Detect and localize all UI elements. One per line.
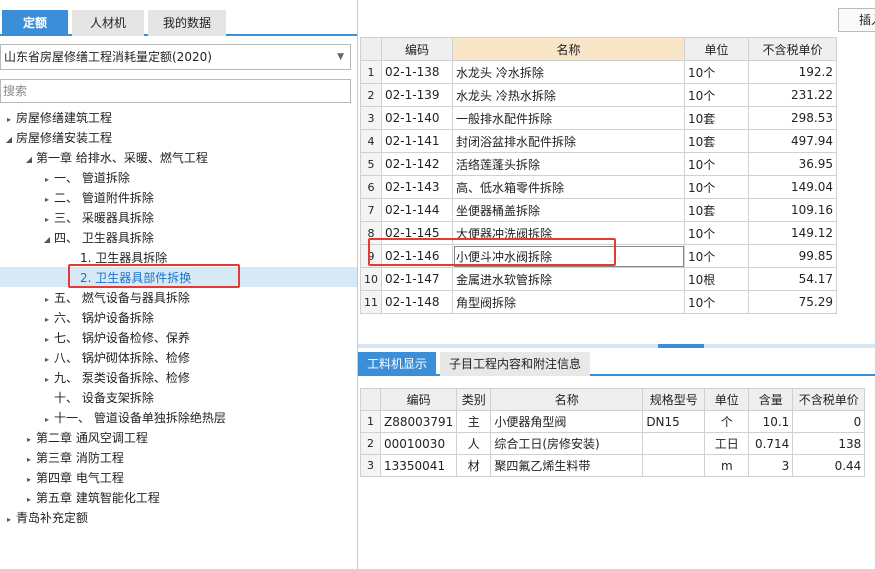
splitter-grip-icon[interactable] [658, 344, 704, 348]
search-input[interactable]: 搜索 [0, 79, 351, 103]
table-row[interactable]: 3 13350041 材聚四氟乙烯生料带 m 3 0.44 [360, 454, 866, 477]
tree-item[interactable]: 十、 设备支架拆除 [54, 388, 154, 408]
table-row[interactable]: 1 Z88003791 主小便器角型阀 DN15 个 10.1 0 [360, 410, 866, 433]
col-header-category[interactable]: 类别 [456, 388, 492, 411]
expand-arrow-icon[interactable]: ▸ [40, 290, 54, 310]
expand-arrow-icon[interactable]: ▸ [40, 210, 54, 230]
tree-item[interactable]: ◢ 房屋修缮安装工程 [2, 128, 112, 148]
tree-item[interactable]: ◢ 四、 卫生器具拆除 [40, 228, 154, 248]
splitter-handle[interactable] [358, 344, 875, 348]
col-header-name[interactable]: 名称 [452, 37, 685, 61]
quota-library-value: 山东省房屋修缮工程消耗量定额(2020) [4, 50, 212, 64]
chevron-down-icon: ▼ [337, 52, 344, 62]
tab-work-content-notes[interactable]: 子目工程内容和附注信息 [440, 352, 590, 376]
right-panel: 插入 编码 名称 单位 不含税单价 102-1-138水龙头 冷水拆除10个19… [357, 0, 875, 569]
col-header-index [360, 37, 382, 61]
col-header-spec[interactable]: 规格型号 [642, 388, 706, 411]
table-row[interactable]: 7 02-1-144 坐便器桶盖拆除 10套 109.16 [360, 198, 837, 222]
table-row[interactable]: 4 02-1-141 封闭浴盆排水配件拆除 10套 497.94 [360, 129, 837, 153]
tab-my-data[interactable]: 我的数据 [148, 10, 226, 36]
bottom-tabs: 工料机显示 子目工程内容和附注信息 [358, 352, 875, 376]
tab-labor-material-machine[interactable]: 人材机 [72, 10, 144, 36]
expand-arrow-icon[interactable]: ▸ [40, 310, 54, 330]
table-row[interactable]: 5 02-1-142 活络莲蓬头拆除 10个 36.95 [360, 152, 837, 176]
table-row[interactable]: 10 02-1-147 金属进水软管拆除 10根 54.17 [360, 267, 837, 291]
expand-arrow-icon[interactable]: ▸ [2, 110, 16, 130]
tree-item[interactable]: ▸ 九、 泵类设备拆除、检修 [40, 368, 190, 388]
tree-item[interactable]: ▸ 三、 采暖器具拆除 [40, 208, 154, 228]
col-header-unit[interactable]: 单位 [684, 37, 749, 61]
tree-item[interactable]: ▸ 二、 管道附件拆除 [40, 188, 154, 208]
expand-arrow-icon[interactable]: ▸ [40, 370, 54, 390]
expand-arrow-icon[interactable]: ▸ [40, 410, 54, 430]
highlight-box [368, 238, 616, 266]
insert-button[interactable]: 插入 [838, 8, 875, 32]
col-header-code[interactable]: 编码 [379, 388, 458, 411]
table-row[interactable]: 2 00010030 人综合工日(房修安装) 工日 0.714 138 [360, 432, 866, 455]
expand-arrow-icon[interactable]: ▸ [22, 430, 36, 450]
table-row[interactable]: 3 02-1-140 一般排水配件拆除 10套 298.53 [360, 106, 837, 130]
expand-arrow-icon[interactable]: ▸ [22, 490, 36, 510]
resource-table: 编码 类别 名称 规格型号 单位 含量 不含税单价 1 Z88003791 主小便器… [360, 388, 866, 477]
tree-item[interactable]: ▸ 第三章 消防工程 [22, 448, 124, 468]
tree-item[interactable]: ▸ 第四章 电气工程 [22, 468, 124, 488]
table-row[interactable]: 11 02-1-148 角型阀拆除 10个 75.29 [360, 290, 837, 314]
table-row[interactable]: 2 02-1-139 水龙头 冷热水拆除 10个 231.22 [360, 83, 837, 107]
table-row[interactable]: 6 02-1-143 高、低水箱零件拆除 10个 149.04 [360, 175, 837, 199]
tab-quota[interactable]: 定额 [2, 10, 68, 36]
left-panel: 定额 人材机 我的数据 山东省房屋修缮工程消耗量定额(2020) ▼ 搜索 ▸ 房… [0, 0, 357, 569]
expand-arrow-icon[interactable]: ▸ [22, 450, 36, 470]
tree-item[interactable]: ▸ 五、 燃气设备与器具拆除 [40, 288, 190, 308]
col-header-code[interactable]: 编码 [381, 37, 453, 61]
tree-item[interactable]: ▸ 青岛补充定额 [2, 508, 88, 528]
col-header-quantity[interactable]: 含量 [748, 388, 794, 411]
quota-library-select[interactable]: 山东省房屋修缮工程消耗量定额(2020) ▼ [0, 44, 351, 70]
tree-item[interactable]: ▸ 第五章 建筑智能化工程 [22, 488, 160, 508]
tree-item[interactable]: ▸ 一、 管道拆除 [40, 168, 130, 188]
expand-arrow-icon[interactable]: ▸ [40, 190, 54, 210]
collapse-arrow-icon[interactable]: ◢ [40, 230, 54, 250]
tree-item[interactable]: ◢ 第一章 给排水、采暖、燃气工程 [22, 148, 208, 168]
collapse-arrow-icon[interactable]: ◢ [2, 130, 16, 150]
table-row[interactable]: 1 02-1-138 水龙头 冷水拆除 10个 192.2 [360, 60, 837, 84]
col-header-index [360, 388, 381, 411]
category-tabs: 定额 人材机 我的数据 [0, 0, 357, 36]
col-header-price[interactable]: 不含税单价 [792, 388, 866, 411]
tree-item[interactable]: ▸ 七、 锅炉设备检修、保养 [40, 328, 190, 348]
tree-item[interactable]: ▸ 六、 锅炉设备拆除 [40, 308, 154, 328]
col-header-name[interactable]: 名称 [490, 388, 644, 411]
highlight-box [68, 264, 240, 288]
col-header-price[interactable]: 不含税单价 [748, 37, 837, 61]
expand-arrow-icon[interactable]: ▸ [2, 510, 16, 530]
tree-item[interactable]: ▸ 八、 锅炉砌体拆除、检修 [40, 348, 190, 368]
expand-arrow-icon[interactable]: ▸ [40, 330, 54, 350]
collapse-arrow-icon[interactable]: ◢ [22, 150, 36, 170]
quota-table: 编码 名称 单位 不含税单价 1 02-1-138 水龙头 冷水拆除 10个 192.2… [360, 37, 837, 314]
expand-arrow-icon[interactable]: ▸ [40, 170, 54, 190]
tab-resource-display[interactable]: 工料机显示 [358, 352, 436, 376]
expand-arrow-icon[interactable]: ▸ [22, 470, 36, 490]
tree-item[interactable]: ▸ 十一、 管道设备单独拆除绝热层 [40, 408, 226, 428]
tree-item[interactable]: ▸ 房屋修缮建筑工程 [2, 108, 112, 128]
col-header-unit[interactable]: 单位 [704, 388, 750, 411]
expand-arrow-icon[interactable]: ▸ [40, 350, 54, 370]
tree-item[interactable]: ▸ 第二章 通风空调工程 [22, 428, 148, 448]
